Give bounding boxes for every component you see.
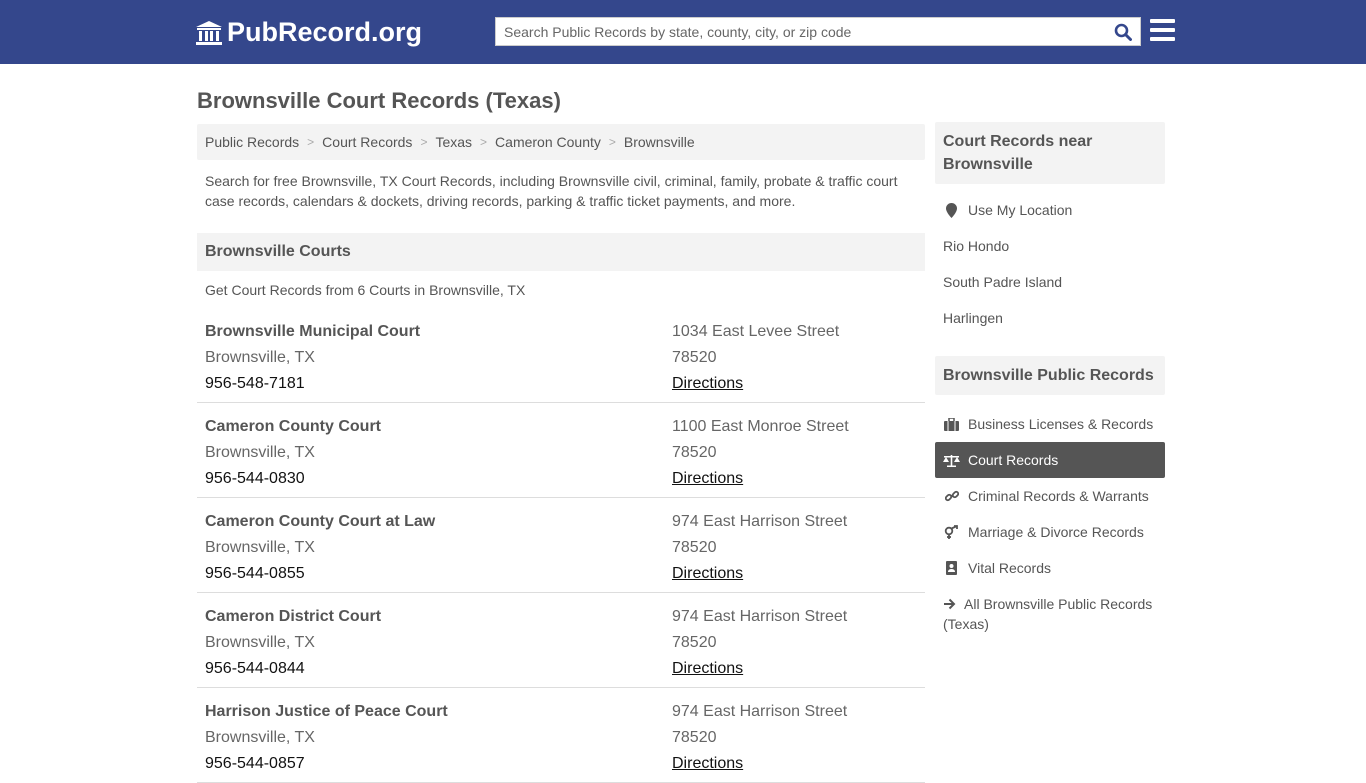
court-street: 974 East Harrison Street (672, 513, 848, 530)
court-city: Brownsville, TX (205, 634, 315, 651)
nearby-title: Court Records near Brownsville (935, 122, 1165, 184)
court-phone[interactable]: 956-544-0855 (205, 561, 672, 587)
sidebar-item-criminal-records[interactable]: Criminal Records & Warrants (935, 478, 1165, 514)
court-list: Brownsville Municipal Court Brownsville,… (197, 308, 925, 783)
court-name[interactable]: Brownsville Municipal Court (205, 319, 672, 345)
court-phone[interactable]: 956-544-0857 (205, 751, 672, 777)
court-item: Harrison Justice of Peace Court Brownsvi… (197, 688, 925, 783)
court-item: Cameron County Court Brownsville, TX 956… (197, 403, 925, 498)
sidebar-item-label: Criminal Records & Warrants (968, 488, 1149, 504)
court-street: 974 East Harrison Street (672, 703, 848, 720)
search-button[interactable] (1106, 18, 1140, 45)
court-city: Brownsville, TX (205, 729, 315, 746)
use-my-location-label: Use My Location (968, 202, 1073, 218)
arrow-right-icon (944, 598, 956, 610)
court-zip: 78520 (672, 444, 717, 461)
hamburger-menu-icon[interactable] (1150, 19, 1175, 41)
directions-link[interactable]: Directions (672, 470, 743, 487)
breadcrumb-city[interactable]: Brownsville (624, 134, 695, 150)
court-street: 1034 East Levee Street (672, 323, 840, 340)
court-city: Brownsville, TX (205, 539, 315, 556)
breadcrumb-separator: > (480, 135, 488, 149)
sidebar-item-vital-records[interactable]: Vital Records (935, 550, 1165, 586)
sidebar-item-label: Business Licenses & Records (968, 416, 1154, 432)
scale-icon (943, 454, 960, 467)
breadcrumb-court-records[interactable]: Court Records (322, 134, 412, 150)
all-public-records-link[interactable]: All Brownsville Public Records (Texas) (935, 586, 1165, 634)
all-public-records-label: All Brownsville Public Records (Texas) (943, 596, 1153, 632)
link-icon (944, 490, 959, 502)
sidebar-item-court-records[interactable]: Court Records (935, 442, 1165, 478)
site-logo[interactable]: PubRecord.org (195, 17, 422, 48)
sidebar-item-label: Court Records (968, 452, 1059, 468)
court-item: Brownsville Municipal Court Brownsville,… (197, 308, 925, 403)
courthouse-icon (196, 20, 222, 45)
nearby-city-link[interactable]: Rio Hondo (935, 228, 1165, 264)
search-icon (1114, 23, 1132, 41)
court-city: Brownsville, TX (205, 444, 315, 461)
court-item: Cameron District Court Brownsville, TX 9… (197, 593, 925, 688)
sidebar-item-business-licenses[interactable]: Business Licenses & Records (935, 406, 1165, 442)
court-zip: 78520 (672, 539, 717, 556)
breadcrumb-public-records[interactable]: Public Records (205, 134, 299, 150)
breadcrumb: Public Records > Court Records > Texas > Ca… (197, 124, 925, 160)
court-zip: 78520 (672, 729, 717, 746)
nearby-city-link[interactable]: Harlingen (935, 300, 1165, 336)
gender-icon (944, 524, 958, 539)
courts-section-title: Brownsville Courts (197, 233, 925, 271)
page-title: Brownsville Court Records (Texas) (197, 88, 561, 113)
search-bar (495, 17, 1141, 46)
nearby-city-link[interactable]: South Padre Island (935, 264, 1165, 300)
directions-link[interactable]: Directions (672, 565, 743, 582)
sidebar-item-label: Vital Records (968, 560, 1052, 576)
breadcrumb-separator: > (608, 135, 616, 149)
court-street: 1100 East Monroe Street (672, 418, 849, 435)
court-zip: 78520 (672, 349, 717, 366)
map-marker-icon (946, 202, 957, 218)
court-phone[interactable]: 956-544-0830 (205, 466, 672, 492)
court-name[interactable]: Harrison Justice of Peace Court (205, 699, 672, 725)
court-street: 974 East Harrison Street (672, 608, 848, 625)
logo-text: PubRecord.org (227, 17, 423, 47)
courts-subtitle: Get Court Records from 6 Courts in Brown… (205, 282, 526, 298)
directions-link[interactable]: Directions (672, 660, 743, 677)
main-content: Public Records > Court Records > Texas > Ca… (197, 124, 925, 783)
sidebar: Court Records near Brownsville Use My Lo… (935, 122, 1165, 634)
court-name[interactable]: Cameron County Court at Law (205, 509, 672, 535)
directions-link[interactable]: Directions (672, 375, 743, 392)
breadcrumb-state[interactable]: Texas (435, 134, 472, 150)
sidebar-item-marriage-divorce[interactable]: Marriage & Divorce Records (935, 514, 1165, 550)
top-navbar: PubRecord.org (0, 0, 1366, 64)
contact-book-icon (946, 561, 957, 575)
court-item: Cameron County Court at Law Brownsville,… (197, 498, 925, 593)
court-name[interactable]: Cameron County Court (205, 414, 672, 440)
court-city: Brownsville, TX (205, 349, 315, 366)
court-phone[interactable]: 956-548-7181 (205, 371, 672, 397)
public-records-title: Brownsville Public Records (935, 356, 1165, 395)
breadcrumb-county[interactable]: Cameron County (495, 134, 601, 150)
search-input[interactable] (496, 18, 1106, 45)
use-my-location-link[interactable]: Use My Location (935, 192, 1165, 228)
directions-link[interactable]: Directions (672, 755, 743, 772)
court-zip: 78520 (672, 634, 717, 651)
court-phone[interactable]: 956-544-0844 (205, 656, 672, 682)
briefcase-icon (944, 417, 959, 431)
court-name[interactable]: Cameron District Court (205, 604, 672, 630)
sidebar-item-label: Marriage & Divorce Records (968, 524, 1144, 540)
intro-text: Search for free Brownsville, TX Court Re… (205, 173, 898, 209)
breadcrumb-separator: > (420, 135, 428, 149)
breadcrumb-separator: > (307, 135, 315, 149)
